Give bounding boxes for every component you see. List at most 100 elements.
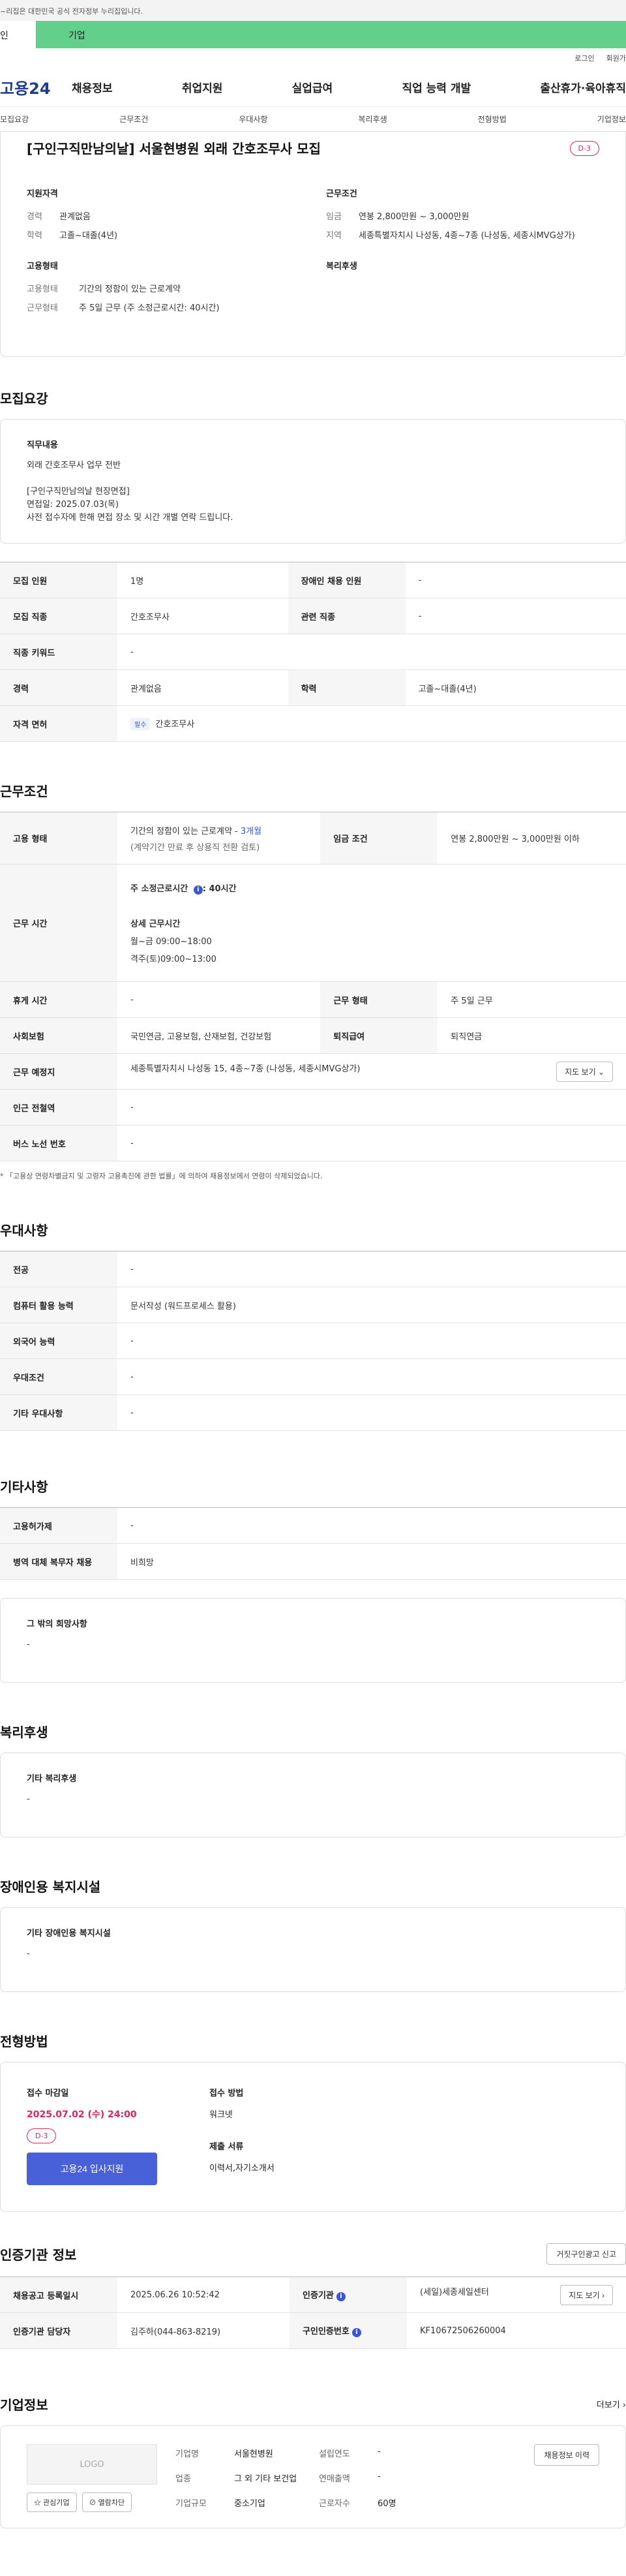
table-cell: 김주하(044-863-8219) [117,2312,290,2349]
table-cell: - [117,1125,626,1161]
table-header: 외국어 능력 [0,1323,117,1359]
table-cell: - [117,1507,626,1544]
license-value: 간호조무사 [155,720,195,729]
wage-value: 연봉 2,800만원 ~ 3,000만원 [359,212,470,222]
weekly-hours-label: 주 소정근로시간 [130,884,188,894]
table-cell: 고졸~대졸(4년) [405,669,626,706]
work-condition-block: 근무조건 임금 연봉 2,800만원 ~ 3,000만원 지역 세종특별자치시 나성… [326,187,599,247]
company-more-link[interactable]: 더보기 › [597,2398,626,2410]
table-cell: 국민연금, 고용보험, 산재보험, 건강보험 [117,1017,321,1054]
company-field-value: - [378,2447,381,2457]
report-fake-ad-button[interactable]: 거짓구인광고 신고 [546,2243,626,2265]
disabled-box: 기타 장애인용 복지시설 - [0,1907,626,1992]
table-header: 고용허가제 [0,1507,117,1544]
table-row: 자격 면허 필수 간호조무사 [0,705,626,742]
table-header: 채용공고 등록일시 [0,2277,117,2313]
detail-hours-label: 상세 근무시간 [130,919,181,929]
table-header: 근무 형태 [320,981,438,1018]
gnb-item-benefit[interactable]: 실업급여 [292,79,333,95]
career-value: 관계없음 [59,212,91,222]
table-cell: 2025.06.26 10:52:42 [117,2277,290,2313]
welfare-block: 복리후생 [326,259,599,320]
table-cell: - [117,1251,626,1287]
anchor-welfare[interactable]: 복리후생 [358,114,387,125]
gnb-item-jobs[interactable]: 채용정보 [72,79,113,95]
table-cell: 퇴직연금 [438,1017,626,1054]
login-link[interactable]: 로그인 [574,53,594,63]
table-header: 퇴직급여 [320,1017,438,1054]
table-cell: KF10672506260004 [407,2312,626,2349]
dday-badge: D-3 [569,141,599,156]
gnb-menu: 채용정보 취업지원 실업급여 직업 능력 개발 출산휴가·육아휴직 [72,79,626,95]
welfare-title: 복리후생 [326,262,357,271]
table-header: 우대조건 [0,1358,117,1395]
gnb-item-support[interactable]: 취업지원 [182,79,223,95]
age-note: * 「고용상 연령차별금지 및 고령자 고용촉진에 관한 법률」에 의하여 채용… [0,1172,323,1180]
top-tabs: 인 기업 [0,21,626,48]
anchor-apply[interactable]: 전형방법 [478,114,507,125]
employment-block: 고용형태 고용형태 기간의 정함이 있는 근로계약 근무형태 주 5일 근무 (주 … [27,259,300,320]
apply-box: 접수 마감일 2025.07.02 (수) 24:00 D-3 고용24 입사지… [0,2062,626,2212]
section-title-cert: 인증기관 정보 [0,2247,77,2263]
apply-button[interactable]: 고용24 입사지원 [27,2153,157,2185]
info-icon[interactable]: i [193,885,203,895]
company-field-label: 기업명 [175,2449,199,2459]
recruit-table: 모집 인원 1명 장애인 채용 인원 - 모집 직종 간호조무사 관련 직종 -… [0,562,626,742]
info-icon[interactable]: i [336,2292,346,2301]
dday-badge: D-3 [27,2128,57,2143]
gnb-item-training[interactable]: 직업 능력 개발 [402,79,471,95]
favorite-company-button[interactable]: ☆ 관심기업 [27,2492,77,2512]
table-header: 인근 전철역 [0,1089,117,1126]
cert-table: 채용공고 등록일시 2025.06.26 10:52:42 인증기관 i (세일)… [0,2277,626,2349]
cert-map-button[interactable]: 지도 보기 › [560,2284,613,2305]
section-title-apply: 전형방법 [0,2034,48,2049]
table-cell: 연봉 2,800만원 ~ 3,000만원 이하 [438,812,626,865]
deadline-title: 접수 마감일 [27,2089,69,2098]
job-line: 외래 간호조무사 업무 전반 [27,461,121,470]
job-history-button[interactable]: 채용정보 이력 [534,2444,599,2466]
hope-value: - [27,1640,30,1649]
cert-org-value: (세일)세종세일센터 [420,2287,489,2297]
info-icon[interactable]: i [351,2328,361,2337]
table-header: 사회보험 [0,1017,117,1054]
table-header: 인증기관 담당자 [0,2312,117,2349]
site-logo[interactable]: 고용24 [0,76,72,99]
join-link[interactable]: 회원가 [606,53,626,63]
section-title-pref: 우대사항 [0,1223,48,1238]
table-row: 경력 관계없음 학력 고졸~대졸(4년) [0,669,626,706]
area-value: 세종특별자치시 나성동, 4종~7종 (나성동, 세종시MVG상가) [359,231,575,241]
emp-type-label: 고용형태 [27,284,58,294]
gnb-item-leave[interactable]: 출산휴가·육아휴직 [540,79,626,95]
company-field-value: - [378,2472,381,2481]
block-view-button[interactable]: ⊘ 열람차단 [82,2492,132,2512]
section-title-disabled: 장애인용 복지시설 [0,1879,101,1895]
table-cell: 필수 간호조무사 [117,705,626,742]
anchor-company[interactable]: 기업정보 [597,114,626,125]
table-row: 근무 예정지 세종특별자치시 나성동 15, 4종~7종 (나성동, 세종시MV… [0,1053,626,1090]
map-view-button[interactable]: 지도 보기 ⌄ [556,1061,613,1082]
hope-box: 그 밖의 희망사항 - [0,1598,626,1683]
tab-company[interactable]: 기업 [36,21,626,48]
table-header: 관련 직종 [288,598,406,634]
tab-individual[interactable]: 인 [0,21,36,48]
anchor-recruit[interactable]: 모집요강 [0,114,29,125]
company-field-label: 설립연도 [319,2449,350,2459]
table-cell: 주 소정근로시간 i: 40시간 상세 근무시간 월~금 09:00~18:00… [117,864,626,982]
company-logo-col: LOGO ☆ 관심기업 ⊘ 열람차단 [27,2444,157,2512]
table-header: 임금 조건 [320,812,438,865]
table-row: 채용공고 등록일시 2025.06.26 10:52:42 인증기관 i (세일)… [0,2277,626,2313]
table-header: 장애인 채용 인원 [288,562,406,598]
detail-hours-weekday: 월~금 09:00~18:00 [130,937,212,947]
table-cell: 비희망 [117,1543,626,1580]
anchor-work[interactable]: 근무조건 [119,114,148,125]
job-title: [구인구직만남의날] 서울현병원 외래 간호조무사 모집 [27,141,321,157]
deadline-col: 접수 마감일 2025.07.02 (수) 24:00 D-3 고용24 입사지… [27,2086,209,2188]
detail-hours-saturday: 격주(토)09:00~13:00 [130,955,216,964]
method-title: 접수 방법 [209,2089,244,2098]
company-field-value: 서울현병원 [234,2449,273,2459]
employment-title: 고용형태 [27,262,58,271]
welfare-box-title: 기타 복리후생 [27,1774,77,1784]
table-header: 고용 형태 [0,812,117,865]
anchor-pref[interactable]: 우대사항 [239,114,267,125]
company-box: LOGO ☆ 관심기업 ⊘ 열람차단 기업명 서울현병원 설립연도 - 업종 그… [0,2425,626,2528]
